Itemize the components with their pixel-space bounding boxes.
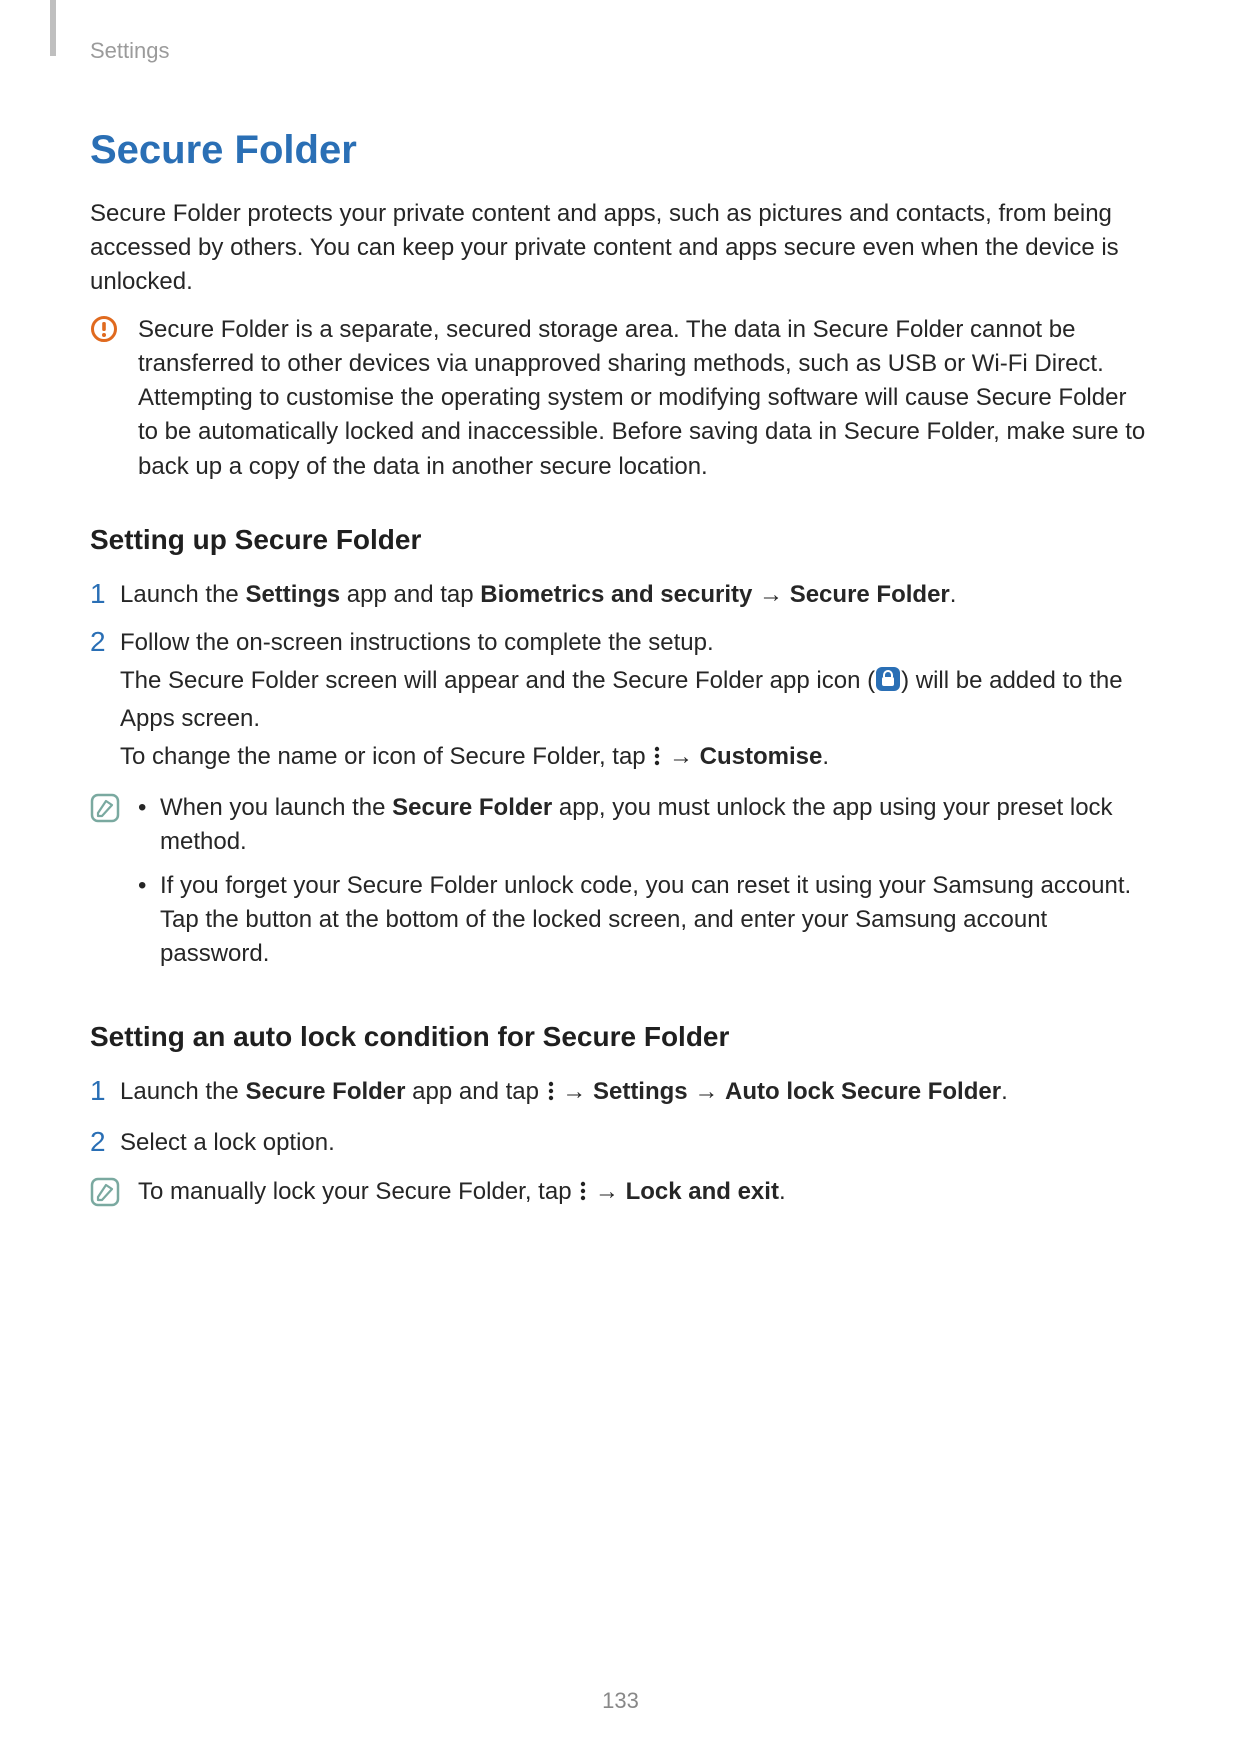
caution-block: Secure Folder is a separate, secured sto… [90,313,1151,483]
more-options-icon [578,1178,588,1212]
intro-paragraph: Secure Folder protects your private cont… [90,197,1151,299]
text: app and tap [340,581,480,608]
bold: Biometrics and security [480,581,752,608]
document-page: Settings Secure Folder Secure Folder pro… [0,0,1241,1754]
note-text: To manually lock your Secure Folder, tap… [138,1175,1151,1212]
page-title: Secure Folder [90,128,1151,173]
text: . [1001,1078,1008,1105]
arrow-icon: → [556,1078,593,1105]
text: . [822,743,829,770]
text: Launch the [120,1078,245,1105]
text: To change the name or icon of Secure Fol… [120,743,652,770]
text: . [779,1178,786,1205]
arrow-icon: → [662,743,699,770]
text: Follow the on-screen instructions to com… [120,629,714,656]
step-2: Follow the on-screen instructions to com… [90,626,1151,777]
text: The Secure Folder screen will appear and… [120,667,875,694]
steps-setup: Launch the Settings app and tap Biometri… [90,578,1151,777]
bold: Settings [245,581,340,608]
page-tab-indicator [50,0,56,56]
text: Launch the [120,581,245,608]
step-b1: Launch the Secure Folder app and tap → S… [90,1075,1151,1112]
text: . [950,581,957,608]
bold: Secure Folder [245,1078,405,1105]
text: When you launch the [160,794,392,821]
bold: Settings [593,1078,688,1105]
note-text: When you launch the Secure Folder app, y… [138,791,1151,981]
step-1: Launch the Settings app and tap Biometri… [90,578,1151,612]
note-block: When you launch the Secure Folder app, y… [90,791,1151,981]
bold: Auto lock Secure Folder [725,1078,1001,1105]
bold: Lock and exit [626,1178,779,1205]
steps-autolock: Launch the Secure Folder app and tap → S… [90,1075,1151,1160]
caution-icon [90,313,138,343]
subheading-autolock: Setting an auto lock condition for Secur… [90,1021,1151,1053]
more-options-icon [546,1078,556,1112]
arrow-icon: → [588,1178,625,1205]
note-bullet-1: When you launch the Secure Folder app, y… [138,791,1151,859]
text: app and tap [406,1078,546,1105]
more-options-icon [652,743,662,777]
bold: Secure Folder [392,794,552,821]
caution-text: Secure Folder is a separate, secured sto… [138,313,1151,483]
subheading-setup: Setting up Secure Folder [90,524,1151,556]
bold: Customise [700,743,823,770]
arrow-icon: → [752,581,789,608]
secure-folder-app-icon [875,666,901,702]
note-block-2: To manually lock your Secure Folder, tap… [90,1175,1151,1212]
step-b2: Select a lock option. [90,1126,1151,1160]
note-bullet-2: If you forget your Secure Folder unlock … [138,869,1151,971]
text: To manually lock your Secure Folder, tap [138,1178,578,1205]
bold: Secure Folder [790,581,950,608]
page-number: 133 [0,1688,1241,1714]
section-header: Settings [90,38,1151,64]
note-icon [90,1175,138,1207]
note-icon [90,791,138,823]
arrow-icon: → [688,1078,725,1105]
